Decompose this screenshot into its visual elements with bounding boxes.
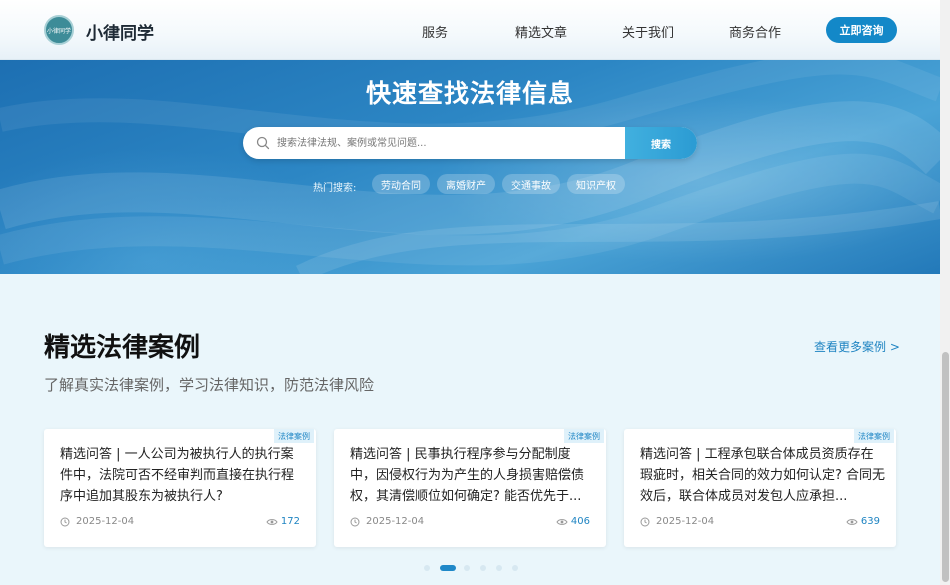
search-icon — [256, 136, 270, 150]
hot-search-label: 热门搜索: — [313, 183, 357, 194]
nav-item-business[interactable]: 商务合作 — [729, 22, 781, 41]
brand-name[interactable]: 小律同学 — [86, 19, 154, 44]
hot-tag-divorce-property[interactable]: 离婚财产 — [437, 174, 495, 194]
case-title[interactable]: 精选问答 | 工程承包联合体成员资质存在瑕疵时，相关合同的效力如何认定? 合同无… — [640, 444, 886, 507]
case-date: 2025-12-04 — [656, 516, 715, 527]
view-more-cases-link[interactable]: 查看更多案例 > — [814, 338, 900, 355]
case-tag: 法律案例 — [564, 429, 604, 443]
nav-item-about[interactable]: 关于我们 — [622, 22, 674, 41]
carousel-dot[interactable] — [424, 565, 430, 571]
scrollbar-thumb[interactable] — [942, 352, 949, 582]
carousel-dot[interactable] — [496, 565, 502, 571]
page-scrollbar[interactable] — [940, 0, 950, 585]
search-input[interactable] — [277, 127, 627, 159]
case-tag: 法律案例 — [274, 429, 314, 443]
nav-item-articles[interactable]: 精选文章 — [515, 22, 567, 41]
case-views: 406 — [570, 516, 590, 527]
hero-title: 快速查找法律信息 — [365, 79, 574, 108]
hero-banner: 快速查找法律信息 搜索 热门搜索: 劳动合同 离婚财产 交通事故 知识产权 — [0, 60, 940, 274]
consult-button[interactable]: 立即咨询 — [826, 17, 897, 43]
hot-tag-ip[interactable]: 知识产权 — [567, 174, 625, 194]
case-card[interactable]: 法律案例 精选问答 | 一人公司为被执行人的执行案件中，法院可否不经审判而直接在… — [44, 429, 316, 547]
eye-icon — [846, 519, 858, 525]
clock-icon — [640, 517, 650, 527]
section-title: 精选法律案例 — [44, 333, 201, 363]
case-card[interactable]: 法律案例 精选问答 | 民事执行程序参与分配制度中，因侵权行为为产生的人身损害赔… — [334, 429, 606, 547]
top-header: 小律同学 小律同学 服务 精选文章 关于我们 商务合作 立即咨询 — [0, 0, 940, 60]
case-title[interactable]: 精选问答 | 民事执行程序参与分配制度中，因侵权行为为产生的人身损害赔偿债权，其… — [350, 444, 596, 507]
eye-icon — [556, 519, 568, 525]
nav-item-services[interactable]: 服务 — [422, 22, 448, 41]
clock-icon — [350, 517, 360, 527]
case-card[interactable]: 法律案例 精选问答 | 工程承包联合体成员资质存在瑕疵时，相关合同的效力如何认定… — [624, 429, 896, 547]
case-tag: 法律案例 — [854, 429, 894, 443]
carousel-dot[interactable] — [464, 565, 470, 571]
clock-icon — [60, 517, 70, 527]
case-views: 639 — [860, 516, 880, 527]
hot-tag-traffic-accident[interactable]: 交通事故 — [502, 174, 560, 194]
hot-tag-labor-contract[interactable]: 劳动合同 — [372, 174, 430, 194]
carousel-dot[interactable] — [512, 565, 518, 571]
case-date: 2025-12-04 — [366, 516, 425, 527]
logo[interactable]: 小律同学 — [44, 15, 74, 45]
search-box: 搜索 — [243, 127, 697, 159]
case-views: 172 — [280, 516, 300, 527]
carousel-dot-active[interactable] — [440, 565, 456, 571]
search-button[interactable]: 搜索 — [625, 127, 697, 159]
case-title[interactable]: 精选问答 | 一人公司为被执行人的执行案件中，法院可否不经审判而直接在执行程序中… — [60, 444, 306, 507]
carousel-dot[interactable] — [480, 565, 486, 571]
page: 小律同学 小律同学 服务 精选文章 关于我们 商务合作 立即咨询 快速查找法律信… — [0, 0, 950, 585]
logo-text: 小律同学 — [46, 27, 71, 35]
case-date: 2025-12-04 — [76, 516, 135, 527]
section-subtitle: 了解真实法律案例，学习法律知识，防范法律风险 — [44, 376, 375, 394]
eye-icon — [266, 519, 278, 525]
